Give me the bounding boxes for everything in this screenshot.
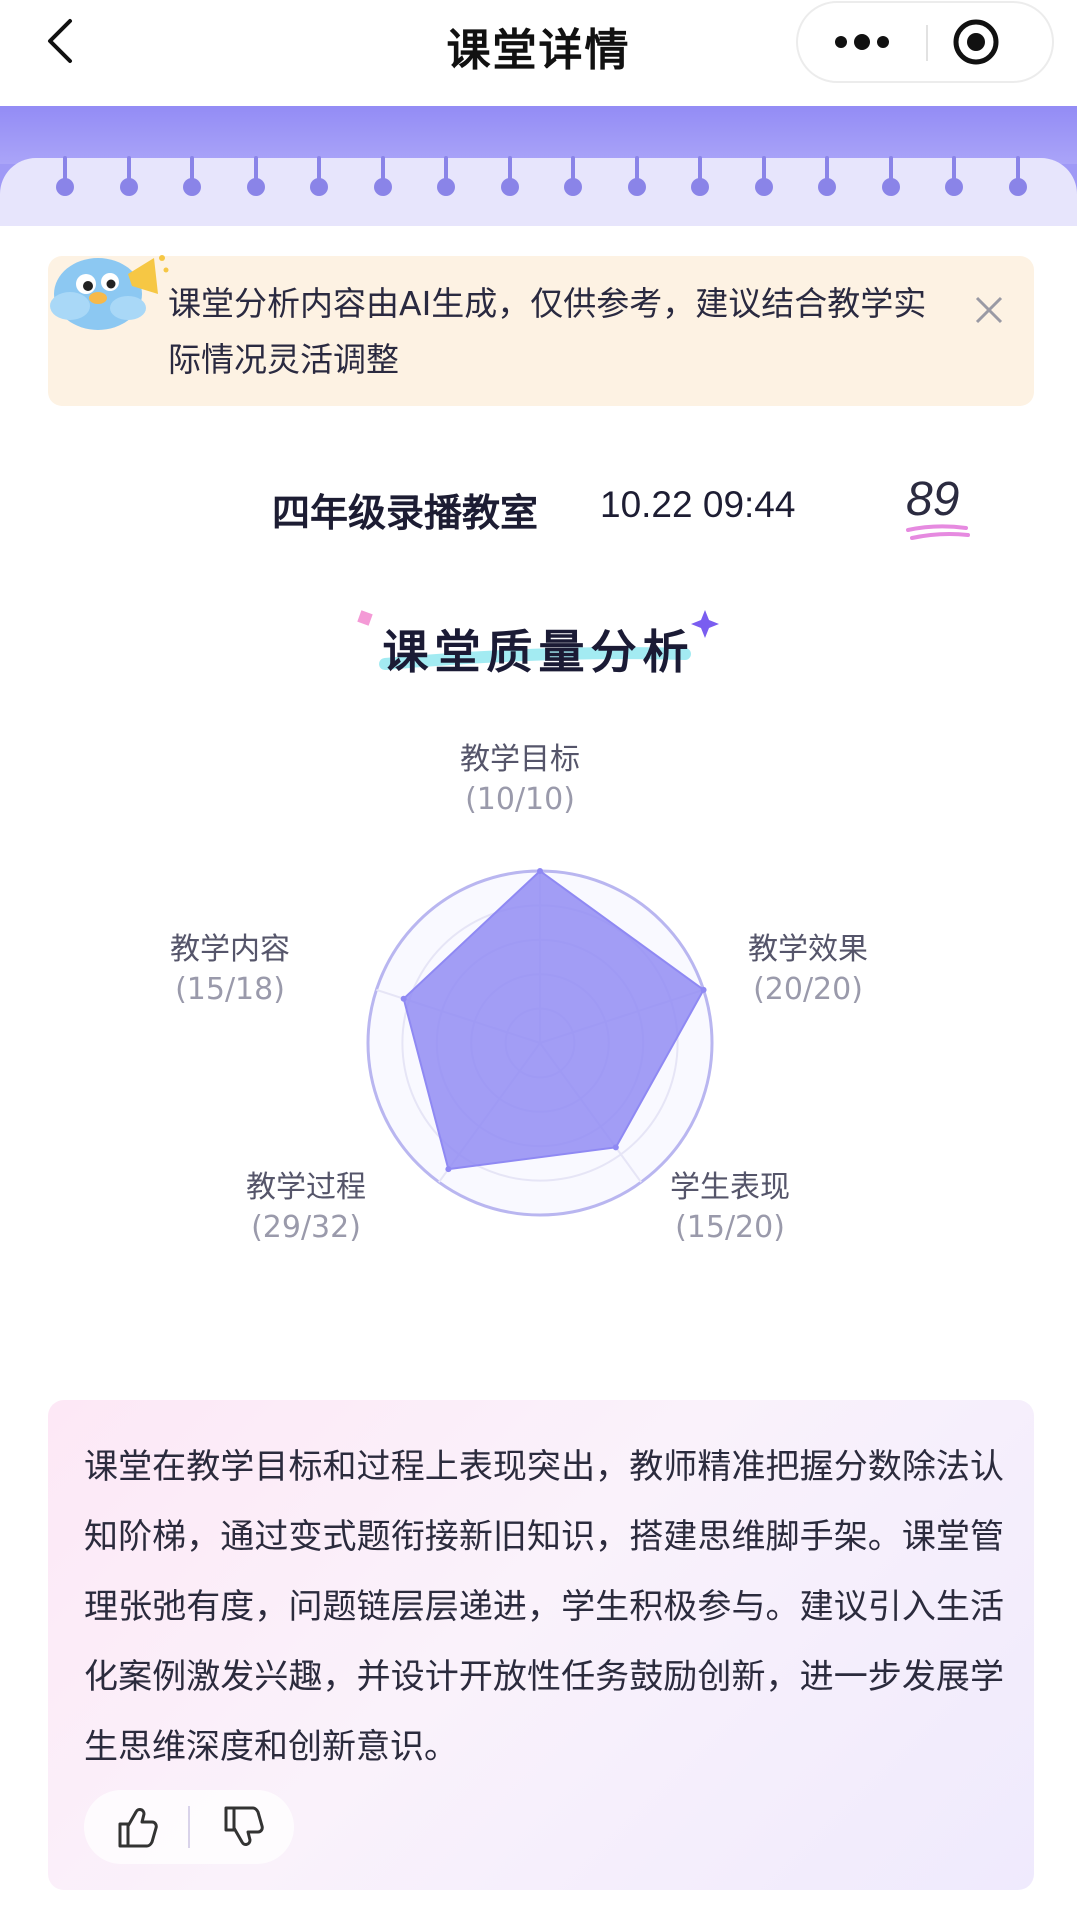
radar-data-point (700, 986, 707, 993)
header-band (0, 106, 1077, 226)
radar-axis-score: (15/20) (675, 1210, 785, 1245)
binder-ring (373, 156, 392, 196)
ai-notice-banner: 课堂分析内容由AI生成，仅供参考，建议结合教学实际情况灵活调整 (48, 256, 1034, 406)
binder-ring (1008, 156, 1027, 196)
feedback-divider (188, 1806, 190, 1848)
binder-ring (183, 156, 201, 196)
binder-ring (627, 156, 646, 196)
header-band-top (0, 106, 1077, 164)
radar-axis-label: 教学目标 (460, 742, 580, 777)
binder-ring (437, 156, 455, 196)
quality-radar-chart: 教学目标 (10/10) 教学效果 (20/20) 学生表现 (15/20) 教学过程 (29… (0, 740, 1077, 1300)
binder-ring (691, 156, 709, 196)
radar-axis-score: (15/18) (175, 972, 285, 1007)
radar-axis-label: 教学过程 (246, 1170, 366, 1205)
radar-data-point (445, 1166, 452, 1173)
thumbs-down-icon[interactable] (218, 1802, 268, 1852)
radar-axis-score: (20/20) (753, 972, 863, 1007)
capsule-divider (926, 25, 928, 61)
radar-axis-score: (29/32) (251, 1210, 361, 1245)
classroom-name: 四年级录播教室 (272, 491, 539, 535)
target-icon (953, 19, 999, 65)
radar-data-point (537, 868, 543, 874)
radar-svg (366, 868, 714, 1217)
radar-axis-label: 教学效果 (748, 932, 868, 967)
close-mini-program-button[interactable] (930, 3, 1054, 81)
score-underline-decoration (906, 524, 970, 540)
more-button[interactable] (798, 3, 924, 81)
radar-axis-label: 学生表现 (670, 1170, 790, 1205)
radar-axis-label: 教学内容 (170, 932, 290, 967)
binder-ring (564, 156, 582, 196)
summary-text: 课堂在教学目标和过程上表现突出，教师精准把握分数除法认知阶梯，通过变式题衔接新旧… (84, 1447, 1004, 1767)
mini-program-capsule (796, 1, 1054, 83)
binder-ring (818, 156, 836, 196)
class-time: 10.22 09:44 (600, 484, 796, 525)
radar-data-point (612, 1144, 619, 1151)
total-score: 89 (906, 473, 960, 526)
binder-ring (881, 156, 900, 196)
section-title: 课堂质量分析 (382, 625, 695, 679)
analysis-summary-card: 课堂在教学目标和过程上表现突出，教师精准把握分数除法认知阶梯，通过变式题衔接新旧… (48, 1400, 1034, 1890)
binder-ring (246, 156, 265, 196)
top-navigation-bar: 课堂详情 (0, 0, 1077, 106)
thumbs-up-icon[interactable] (112, 1802, 162, 1852)
ai-notice-text: 课堂分析内容由AI生成，仅供参考，建议结合教学实际情况灵活调整 (168, 284, 927, 379)
binder-ring (310, 156, 328, 196)
feedback-pill (84, 1790, 294, 1864)
radar-axis-score: (10/10) (465, 782, 575, 817)
binder-ring (754, 156, 773, 196)
bird-megaphone-mascot-icon (50, 255, 169, 330)
binder-ring (56, 156, 74, 196)
more-dots-icon (835, 34, 889, 50)
binder-ring (119, 156, 138, 196)
binder-ring (500, 156, 519, 196)
binder-ring (945, 156, 963, 196)
header-band-strip (0, 158, 1077, 226)
close-icon[interactable] (965, 286, 1013, 334)
radar-data-point (400, 995, 407, 1002)
